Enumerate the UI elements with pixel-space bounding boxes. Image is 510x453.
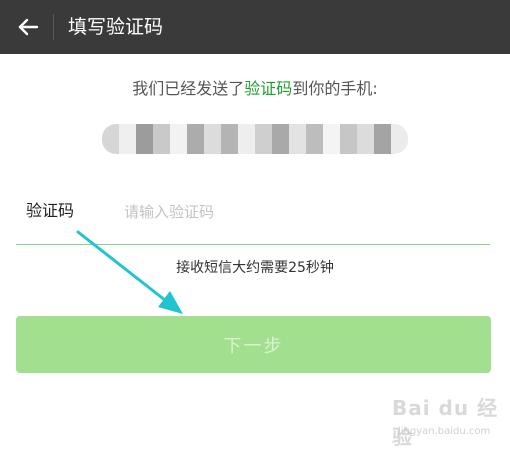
top-app-bar: 填写验证码 (0, 0, 510, 54)
page-title: 填写验证码 (68, 16, 164, 38)
mosaic-block (119, 124, 136, 154)
mosaic-block (153, 124, 170, 154)
mosaic-block (289, 124, 306, 154)
mosaic-block (221, 124, 238, 154)
mosaic-block (102, 124, 119, 154)
mosaic-block (136, 124, 153, 154)
verification-code-input[interactable] (124, 197, 484, 227)
mosaic-block (238, 124, 255, 154)
mosaic-block (323, 124, 340, 154)
mosaic-block (204, 124, 221, 154)
mosaic-block (306, 124, 323, 154)
watermark-url: jingyan.baidu.com (398, 426, 491, 437)
sent-message-suffix: 到你的手机: (292, 79, 378, 98)
mosaic-block (357, 124, 374, 154)
baidu-jingyan-watermark: Bai du 经验 jingyan.baidu.com (392, 388, 502, 449)
mosaic-block (272, 124, 289, 154)
mosaic-block (255, 124, 272, 154)
mosaic-block (391, 124, 408, 154)
header-divider (53, 14, 54, 40)
verification-code-label: 验证码 (26, 201, 75, 220)
sent-message: 我们已经发送了验证码到你的手机: (0, 78, 510, 100)
watermark-brand: Bai du 经验 (392, 396, 499, 449)
input-underline (16, 244, 490, 245)
sent-message-prefix: 我们已经发送了 (132, 79, 245, 98)
obscured-phone-number (102, 124, 408, 154)
mosaic-block (374, 124, 391, 154)
sms-wait-hint: 接收短信大约需要25秒钟 (176, 260, 334, 276)
back-button[interactable] (10, 9, 46, 45)
sent-message-highlight: 验证码 (244, 79, 293, 98)
mosaic-block (340, 124, 357, 154)
mosaic-block (170, 124, 187, 154)
next-step-button[interactable]: 下一步 (16, 316, 491, 373)
mosaic-block (187, 124, 204, 154)
arrow-left-icon (18, 18, 39, 36)
